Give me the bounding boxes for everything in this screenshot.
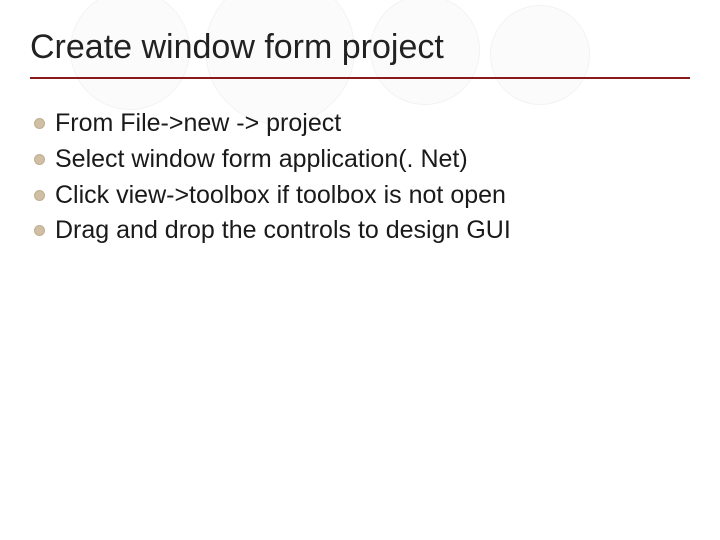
title-underline (30, 77, 690, 79)
list-item: From File->new -> project (34, 107, 690, 141)
bullet-text: Select window form application(. Net) (55, 143, 690, 177)
list-item: Select window form application(. Net) (34, 143, 690, 177)
bullet-list: From File->new -> project Select window … (30, 107, 690, 248)
bullet-icon (34, 190, 45, 201)
bullet-text: From File->new -> project (55, 107, 690, 141)
bullet-icon (34, 225, 45, 236)
bullet-text: Drag and drop the controls to design GUI (55, 214, 690, 248)
slide-title: Create window form project (30, 28, 690, 67)
bullet-text: Click view->toolbox if toolbox is not op… (55, 179, 690, 213)
list-item: Drag and drop the controls to design GUI (34, 214, 690, 248)
bullet-icon (34, 118, 45, 129)
slide-content: Create window form project From File->ne… (0, 0, 720, 270)
bullet-icon (34, 154, 45, 165)
list-item: Click view->toolbox if toolbox is not op… (34, 179, 690, 213)
